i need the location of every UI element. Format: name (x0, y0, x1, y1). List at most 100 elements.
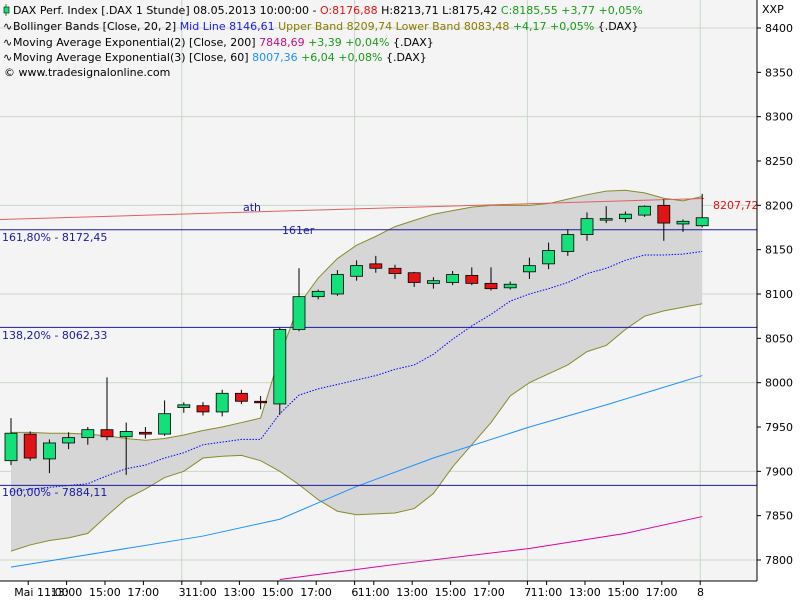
x-tick-label: 13:00 (569, 586, 601, 599)
legend-ema200-value: 7848,69 (259, 36, 305, 49)
candle-body-up (62, 437, 75, 444)
legend-close-value: C:8185,55 +3,77 +0,05% (501, 4, 643, 17)
candle-body-up (619, 213, 632, 220)
candle-body-up (81, 429, 95, 439)
legend-line-4: Moving Average Exponential(3) [Close, 60… (13, 51, 427, 64)
x-tick-label: 15:00 (89, 586, 121, 599)
wave-icon: ∿ (3, 51, 12, 64)
candle-body-up (43, 442, 56, 460)
candle-body-up (158, 413, 172, 435)
ath-label: ath (243, 201, 261, 214)
chart-root: ath 161er 161,80% - 8172,45 138,20% - 80… (0, 0, 800, 600)
candle-body-down (465, 274, 479, 284)
legend-bb-change: +4,17 +0,05% (509, 20, 594, 33)
wave-icon: ∿ (3, 20, 12, 33)
x-tick-label: 8 (697, 586, 704, 599)
legend-line-1: DAX Perf. Index [.DAX 1 Stunde] 08.05.20… (13, 4, 643, 17)
x-tick-label: 13:00 (396, 586, 428, 599)
candle-body-up (580, 218, 594, 235)
legend-bb-suffix: {.DAX} (594, 20, 638, 33)
y-tick-label: 8300 (765, 111, 793, 124)
y-tick-label: 7900 (765, 465, 793, 478)
candle-body-down (100, 429, 114, 438)
legend-open-value: O:8176,88 (320, 4, 378, 17)
candle-body-down (138, 431, 152, 435)
fib-161-label: 161,80% - 8172,45 (2, 231, 107, 244)
legend-ema200-suffix: {.DAX} (389, 36, 433, 49)
legend-ema200-prefix: Moving Average Exponential(2) [Close, 20… (13, 36, 259, 49)
candle-body-up (446, 274, 460, 283)
candle-body-down (388, 267, 402, 275)
copyright-text: © www.tradesignalonline.com (4, 66, 170, 79)
x-tick-label: 11:00 (358, 586, 390, 599)
x-tick-label: 11:00 (185, 586, 217, 599)
candle-body-down (484, 282, 498, 290)
candle-body-up (426, 280, 440, 284)
x-tick-label: 15:00 (435, 586, 467, 599)
fib-100-label: 100,00% - 7884,11 (2, 486, 107, 499)
legend-line-1-prefix: DAX Perf. Index [.DAX 1 Stunde] 08.05.20… (13, 4, 320, 17)
candle-body-down (23, 433, 37, 459)
legend-bb-prefix: Bollinger Bands [Close, 20, 2] (13, 20, 180, 33)
last-price-label: 8207,72 (713, 199, 759, 212)
candle-body-down (369, 263, 383, 269)
level-161er-label: 161er (282, 224, 315, 237)
legend-ema60-value: 8007,36 (252, 51, 298, 64)
legend-ema60-suffix: {.DAX} (382, 51, 426, 64)
x-tick-label: 11:00 (531, 586, 563, 599)
x-tick-label: 15:00 (262, 586, 294, 599)
candle-body-up (599, 218, 613, 221)
legend-bb-bands: Upper Band 8209,74 Lower Band 8083,48 (275, 20, 510, 33)
candle-body-up (330, 274, 344, 295)
legend-ema60-prefix: Moving Average Exponential(3) [Close, 60… (13, 51, 252, 64)
x-tick-label: 17:00 (646, 586, 678, 599)
candle-body-up (561, 234, 575, 252)
legend-high-low-value: H:8213,71 L:8175,42 (378, 4, 501, 17)
x-tick-label: 13:00 (51, 586, 83, 599)
candle-body-up (503, 283, 517, 289)
x-tick-label: 15:00 (607, 586, 639, 599)
candle-body-up (215, 392, 229, 413)
legend-ema60-change: +6,04 +0,08% (298, 51, 383, 64)
legend-bb-mid: Mid Line 8146,61 (180, 20, 275, 33)
candle-body-up (523, 265, 536, 273)
x-tick-label: 17:00 (473, 586, 505, 599)
y-tick-label: 8350 (765, 66, 793, 79)
y-tick-label: 7950 (765, 421, 793, 434)
candle-body-up (292, 296, 306, 330)
candle-body-up (311, 290, 325, 298)
x-tick-label: 13:00 (223, 586, 255, 599)
candle-body-down (657, 204, 671, 224)
candle-body-up (638, 205, 651, 216)
candle-body-up (119, 431, 133, 438)
y-tick-label: 8050 (765, 332, 793, 345)
chart-canvas: ath 161er 161,80% - 8172,45 138,20% - 80… (0, 0, 800, 600)
candle-body-down (196, 405, 210, 413)
y-tick-label: 8000 (765, 377, 793, 390)
y-tick-label: 7850 (765, 510, 793, 523)
candle-body-down (254, 400, 268, 404)
y-tick-label: 7800 (765, 554, 793, 567)
fib-138-label: 138,20% - 8062,33 (2, 329, 107, 342)
candle-body-down (234, 392, 248, 402)
candle-body-down (407, 272, 421, 283)
legend-line-2: Bollinger Bands [Close, 20, 2] Mid Line … (13, 20, 639, 33)
y-tick-label: 8150 (765, 244, 793, 257)
candle-body-up (273, 329, 287, 405)
x-tick-label: 17:00 (300, 586, 332, 599)
y-tick-label: 8250 (765, 155, 793, 168)
y-tick-label: 8400 (765, 22, 793, 35)
legend-line-3: Moving Average Exponential(2) [Close, 20… (13, 36, 434, 49)
candle-body-up (4, 432, 18, 462)
x-tick-label: 17:00 (127, 586, 159, 599)
wave-icon: ∿ (3, 36, 12, 49)
candle-body-up (177, 404, 191, 408)
candle-body-up (542, 250, 555, 265)
y-tick-label: 8200 (765, 199, 793, 212)
y-tick-label: 8100 (765, 288, 793, 301)
y-axis-symbol: XXP (762, 3, 784, 16)
candle-body-up (676, 220, 690, 225)
candle-body-up (695, 217, 709, 227)
candle-body-up (350, 265, 364, 277)
legend-ema200-change: +3,39 +0,04% (305, 36, 390, 49)
